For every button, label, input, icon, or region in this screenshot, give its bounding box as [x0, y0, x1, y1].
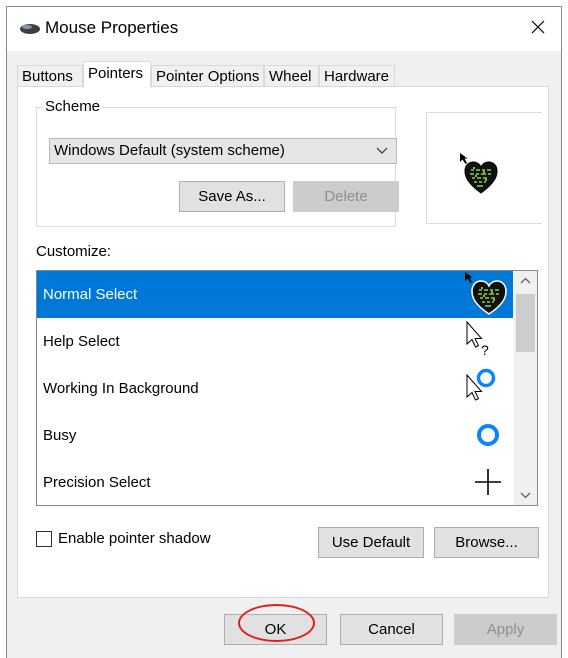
browse-button[interactable]: Browse...	[434, 527, 539, 558]
save-as-button[interactable]: Save As...	[179, 181, 285, 212]
scroll-up-button[interactable]	[514, 271, 537, 291]
apply-button: Apply	[454, 614, 557, 645]
close-icon	[531, 20, 545, 34]
working-background-cursor-icon	[423, 365, 513, 412]
heart-arrow-cursor-icon	[423, 271, 513, 318]
tab-pointer-options[interactable]: Pointer Options	[151, 65, 264, 87]
mouse-properties-window: Mouse Properties Buttons Pointers Pointe…	[6, 6, 562, 658]
cancel-button[interactable]: Cancel	[340, 614, 443, 645]
chevron-up-icon	[520, 277, 531, 284]
title-bar: Mouse Properties	[7, 7, 561, 51]
help-select-cursor-icon: ?	[423, 318, 513, 365]
scheme-selected-value: Windows Default (system scheme)	[54, 142, 285, 159]
close-button[interactable]	[515, 7, 561, 47]
ok-button[interactable]: OK	[224, 614, 327, 645]
use-default-button[interactable]: Use Default	[318, 527, 424, 558]
list-scrollbar[interactable]	[514, 271, 537, 505]
list-item-label: Help Select	[43, 333, 120, 350]
pointer-shadow-checkbox[interactable]	[36, 531, 52, 547]
tab-wheel[interactable]: Wheel	[264, 65, 319, 87]
pointers-panel: Scheme Windows Default (system scheme) S…	[17, 86, 549, 598]
list-item-busy[interactable]: Busy	[37, 412, 513, 459]
list-item-label: Normal Select	[43, 286, 138, 303]
tab-pointers[interactable]: Pointers	[83, 61, 151, 88]
list-item-normal-select[interactable]: Normal Select	[37, 271, 513, 318]
scroll-down-button[interactable]	[514, 485, 537, 505]
busy-ring-cursor-icon	[423, 412, 513, 459]
list-item-help-select[interactable]: Help Select ?	[37, 318, 513, 365]
mouse-icon	[19, 21, 41, 39]
delete-button: Delete	[293, 181, 399, 212]
window-title: Mouse Properties	[45, 18, 179, 37]
svg-text:?: ?	[481, 342, 489, 358]
scroll-thumb[interactable]	[516, 294, 535, 352]
list-item-working-in-background[interactable]: Working In Background	[37, 365, 513, 412]
tab-buttons[interactable]: Buttons	[17, 65, 83, 87]
cursor-preview	[426, 112, 542, 224]
customize-label: Customize:	[36, 243, 112, 260]
list-item-label: Precision Select	[43, 474, 151, 491]
pointer-shadow-label: Enable pointer shadow	[58, 530, 211, 547]
list-item-label: Busy	[43, 427, 77, 444]
chevron-down-icon	[520, 492, 531, 499]
crosshair-cursor-icon	[423, 459, 513, 505]
scheme-dropdown[interactable]: Windows Default (system scheme)	[49, 138, 397, 164]
scheme-label: Scheme	[43, 98, 103, 115]
heart-arrow-cursor-icon	[460, 153, 498, 194]
list-item-label: Working In Background	[43, 380, 199, 397]
cursor-list[interactable]: Normal Select Help Select ? Working In B…	[36, 270, 538, 506]
tab-hardware[interactable]: Hardware	[319, 65, 395, 87]
scheme-group: Scheme Windows Default (system scheme) S…	[36, 98, 399, 227]
chevron-down-icon	[376, 139, 388, 171]
list-item-precision-select[interactable]: Precision Select	[37, 459, 513, 505]
